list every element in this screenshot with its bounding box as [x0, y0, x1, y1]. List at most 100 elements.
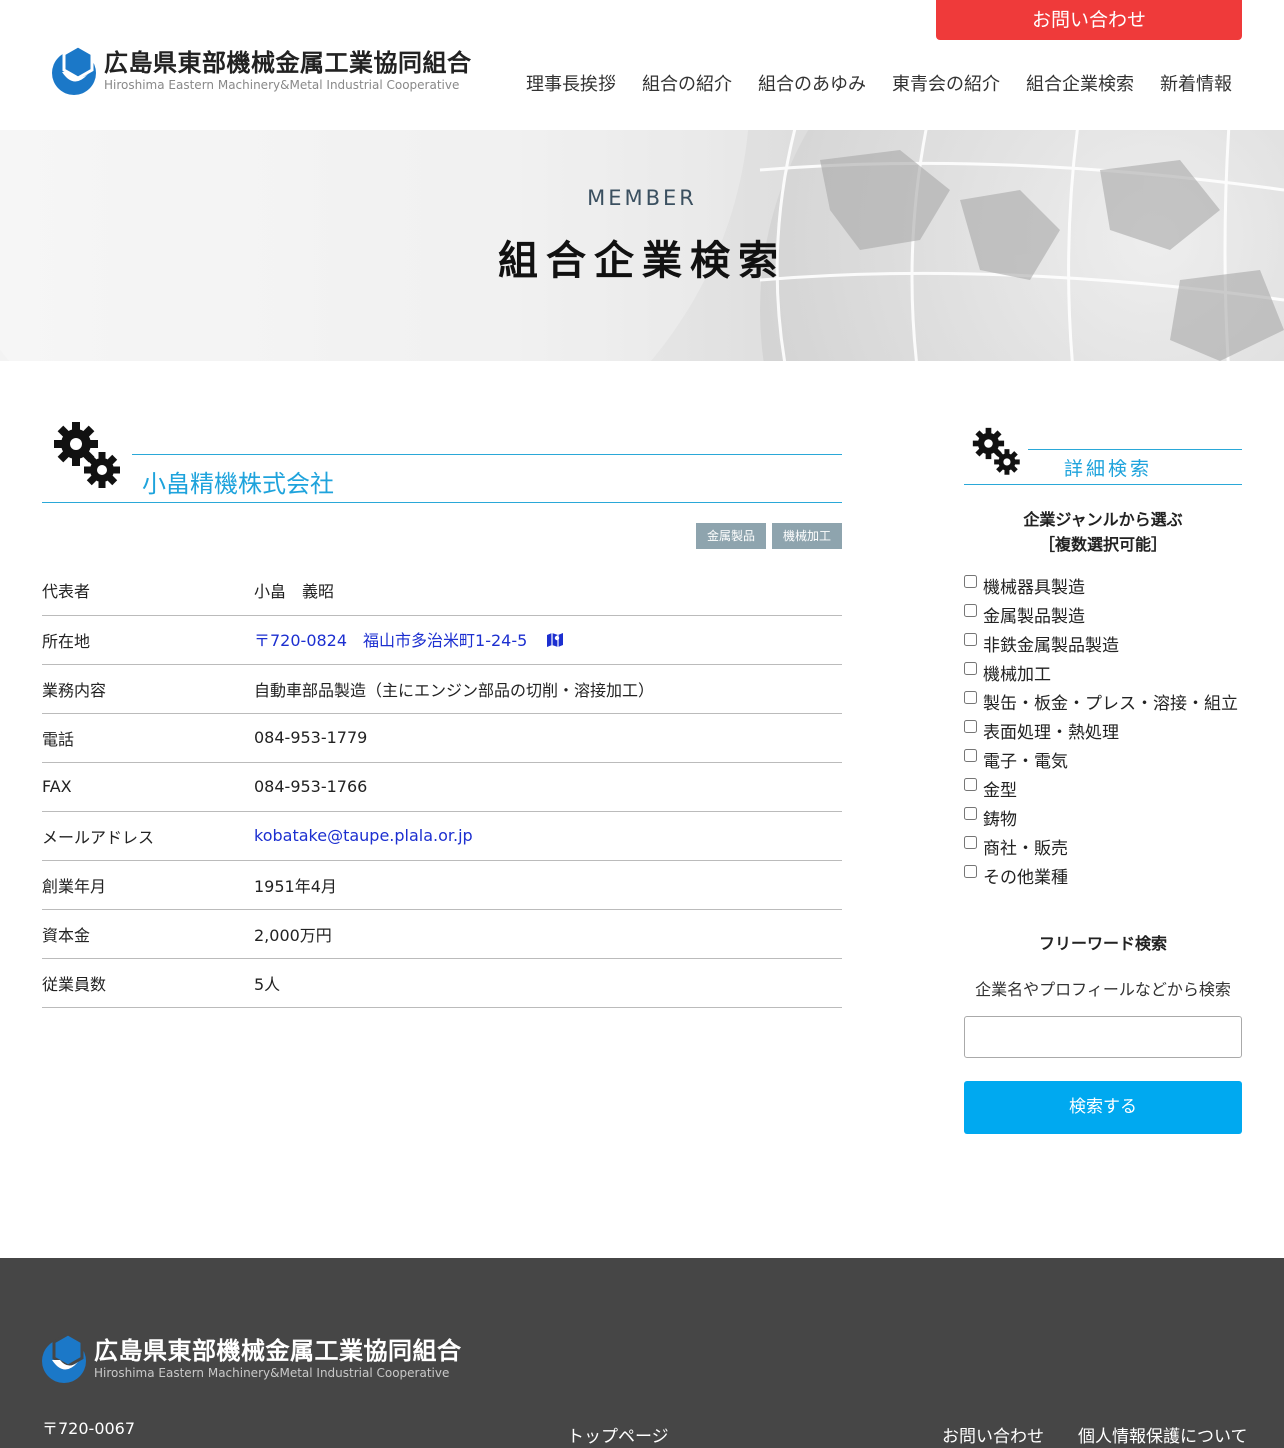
contact-button[interactable]: お問い合わせ — [936, 0, 1242, 40]
company-tags: 金属製品 機械加工 — [695, 523, 842, 549]
genre-label: 金属製品製造 — [983, 607, 1085, 627]
genre-option[interactable]: 金型 — [964, 774, 1242, 803]
genre-option[interactable]: 鋳物 — [964, 803, 1242, 832]
row-label: 従業員数 — [42, 958, 254, 1008]
map-icon[interactable] — [546, 632, 564, 652]
row-label: 業務内容 — [42, 664, 254, 714]
gear-icon — [970, 425, 1024, 483]
nav-history[interactable]: 組合のあゆみ — [758, 70, 866, 96]
site-header: お問い合わせ 広島県東部機械金属工業協同組合 Hiroshima Eastern… — [0, 0, 1284, 130]
genre-label: その他業種 — [983, 868, 1068, 888]
row-label: 創業年月 — [42, 860, 254, 910]
site-footer: 広島県東部機械金属工業協同組合 Hiroshima Eastern Machin… — [0, 1258, 1284, 1448]
table-row: 業務内容 自動車部品製造（主にエンジン部品の切削・溶接加工） — [42, 664, 842, 714]
genre-label: 機械器具製造 — [983, 578, 1085, 598]
genre-checkbox[interactable] — [964, 836, 977, 849]
footer-nav-contact[interactable]: お問い合わせ — [942, 1422, 1044, 1447]
nav-member-search[interactable]: 組合企業検索 — [1026, 70, 1134, 96]
row-value: 1951年4月 — [254, 860, 842, 910]
row-value: 084-953-1766 — [254, 762, 842, 812]
genre-option[interactable]: 非鉄金属製品製造 — [964, 629, 1242, 658]
nav-chairman-greeting[interactable]: 理事長挨拶 — [526, 70, 616, 96]
genre-checkbox[interactable] — [964, 749, 977, 762]
genre-label: 機械加工 — [983, 665, 1051, 685]
genre-option[interactable]: 表面処理・熱処理 — [964, 716, 1242, 745]
table-row: 所在地 〒720-0824 福山市多治米町1-24-5 — [42, 615, 842, 665]
genre-option[interactable]: 商社・販売 — [964, 832, 1242, 861]
footer-logo[interactable]: 広島県東部機械金属工業協同組合 Hiroshima Eastern Machin… — [42, 1332, 462, 1384]
genre-heading-line: 企業ジャンルから選ぶ — [1023, 510, 1183, 529]
footer-logo-title: 広島県東部機械金属工業協同組合 — [94, 1337, 462, 1365]
genre-label: 製缶・板金・プレス・溶接・組立 — [983, 694, 1238, 714]
table-row: 代表者 小畠 義昭 — [42, 566, 842, 616]
footer-postal-code: 〒720-0067 — [42, 1419, 136, 1438]
genre-checkbox[interactable] — [964, 633, 977, 646]
tag-badge[interactable]: 金属製品 — [695, 523, 766, 549]
company-detail-table: 代表者 小畠 義昭 所在地 〒720-0824 福山市多治米町1-24-5 業務… — [42, 566, 842, 1008]
nav-about[interactable]: 組合の紹介 — [642, 70, 732, 96]
tag-badge[interactable]: 機械加工 — [771, 523, 842, 549]
company-header: 小畠精機株式会社 — [42, 416, 842, 504]
freeword-description: 企業名やプロフィールなどから検索 — [975, 980, 1231, 999]
genre-checkbox[interactable] — [964, 865, 977, 878]
row-label: 所在地 — [42, 615, 254, 665]
email-link[interactable]: kobatake@taupe.plala.or.jp — [254, 826, 473, 845]
genre-option[interactable]: 金属製品製造 — [964, 600, 1242, 629]
freeword-heading: フリーワード検索 — [1038, 934, 1167, 953]
genre-option[interactable]: 電子・電気 — [964, 745, 1242, 774]
footer-logo-subtitle: Hiroshima Eastern Machinery&Metal Indust… — [94, 1366, 450, 1380]
page-hero: MEMBER 組合企業検索 — [0, 130, 1284, 361]
row-label: FAX — [42, 762, 254, 812]
address-link[interactable]: 〒720-0824 福山市多治米町1-24-5 — [254, 631, 527, 650]
table-row: 資本金 2,000万円 — [42, 909, 842, 959]
gear-icon — [50, 418, 126, 498]
table-row: FAX 084-953-1766 — [42, 762, 842, 812]
genre-heading: 企業ジャンルから選ぶ ［複数選択可能］ — [964, 507, 1242, 557]
genre-label: 電子・電気 — [983, 752, 1068, 772]
genre-checkbox[interactable] — [964, 778, 977, 791]
genre-label: 非鉄金属製品製造 — [983, 636, 1119, 656]
genre-heading-note: ［複数選択可能］ — [1038, 535, 1167, 554]
hero-subtitle: MEMBER — [587, 186, 697, 210]
row-label: 電話 — [42, 713, 254, 763]
row-label: メールアドレス — [42, 811, 254, 861]
logo-mark-icon — [52, 44, 98, 96]
footer-nav-privacy[interactable]: 個人情報保護について — [1078, 1422, 1248, 1447]
table-row: メールアドレス kobatake@taupe.plala.or.jp — [42, 811, 842, 861]
logo-title: 広島県東部機械金属工業協同組合 — [104, 49, 472, 77]
genre-option[interactable]: 機械加工 — [964, 658, 1242, 687]
genre-label: 金型 — [983, 781, 1017, 801]
genre-checkbox[interactable] — [964, 807, 977, 820]
freeword-search-input[interactable] — [964, 1016, 1242, 1058]
genre-checkbox-list: 機械器具製造 金属製品製造 非鉄金属製品製造 機械加工 製缶・板金・プレス・溶接… — [964, 571, 1242, 890]
logo-subtitle: Hiroshima Eastern Machinery&Metal Indust… — [104, 78, 460, 92]
nav-youth-group[interactable]: 東青会の紹介 — [892, 70, 1000, 96]
genre-label: 鋳物 — [983, 810, 1017, 830]
genre-checkbox[interactable] — [964, 662, 977, 675]
sidebar-header: 詳細検索 — [964, 420, 1242, 486]
row-value: 2,000万円 — [254, 909, 842, 959]
genre-checkbox[interactable] — [964, 691, 977, 704]
genre-label: 表面処理・熱処理 — [983, 723, 1119, 743]
genre-option[interactable]: その他業種 — [964, 861, 1242, 890]
genre-option[interactable]: 製缶・板金・プレス・溶接・組立 — [964, 687, 1242, 716]
genre-option[interactable]: 機械器具製造 — [964, 571, 1242, 600]
row-value: 5人 — [254, 958, 842, 1008]
row-label: 代表者 — [42, 566, 254, 616]
nav-news[interactable]: 新着情報 — [1160, 70, 1232, 96]
row-value: 小畠 義昭 — [254, 566, 842, 616]
table-row: 電話 084-953-1779 — [42, 713, 842, 763]
genre-checkbox[interactable] — [964, 575, 977, 588]
detail-search-sidebar: 詳細検索 企業ジャンルから選ぶ ［複数選択可能］ 機械器具製造 金属製品製造 非… — [964, 420, 1242, 1134]
address-cell: 〒720-0824 福山市多治米町1-24-5 — [254, 615, 842, 665]
footer-nav-top[interactable]: トップページ — [567, 1422, 669, 1447]
row-value: 自動車部品製造（主にエンジン部品の切削・溶接加工） — [254, 664, 842, 714]
genre-checkbox[interactable] — [964, 720, 977, 733]
table-row: 従業員数 5人 — [42, 958, 842, 1008]
search-button[interactable]: 検索する — [964, 1081, 1242, 1134]
table-row: 創業年月 1951年4月 — [42, 860, 842, 910]
company-name: 小畠精機株式会社 — [142, 470, 334, 498]
site-logo[interactable]: 広島県東部機械金属工業協同組合 Hiroshima Eastern Machin… — [52, 44, 472, 96]
email-cell: kobatake@taupe.plala.or.jp — [254, 811, 842, 861]
genre-checkbox[interactable] — [964, 604, 977, 617]
